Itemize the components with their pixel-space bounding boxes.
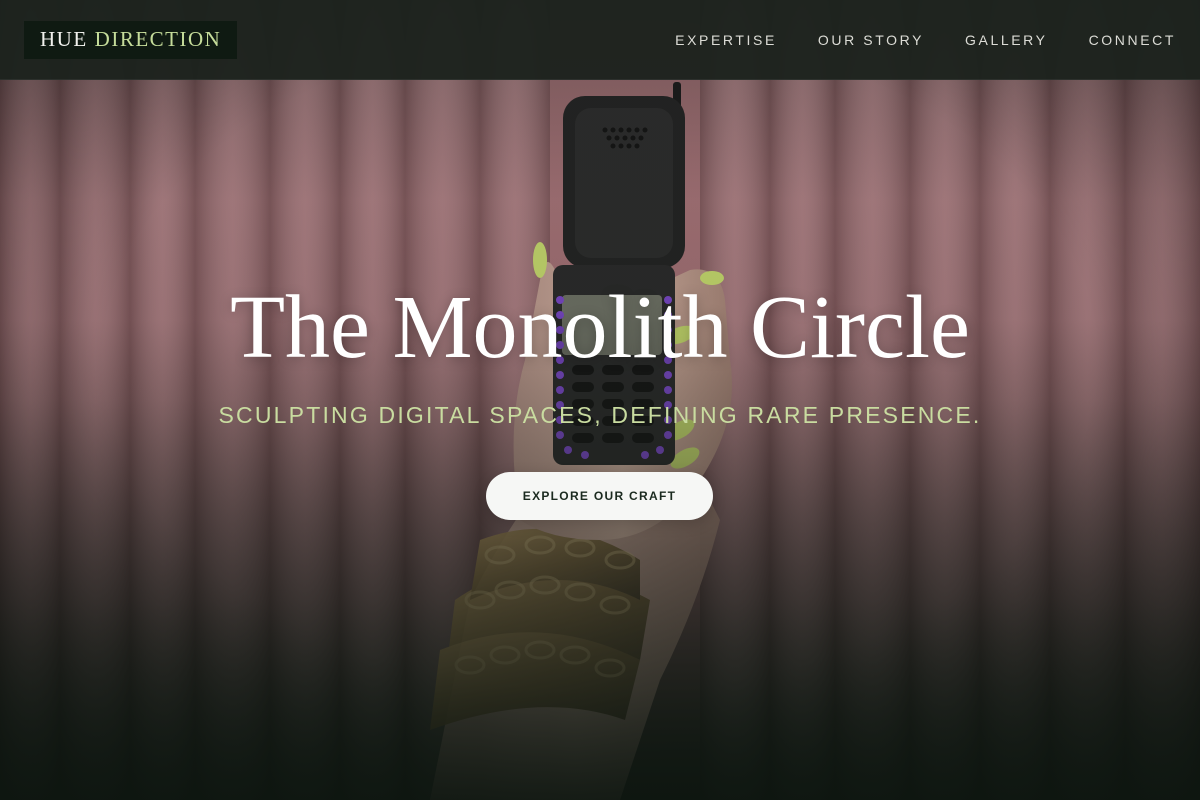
nav-link-gallery[interactable]: GALLERY [965,32,1048,48]
hero-section: The Monolith Circle SCULPTING DIGITAL SP… [0,0,1200,800]
hero-subtitle: SCULPTING DIGITAL SPACES, DEFINING RARE … [218,402,982,428]
nav-link-our-story[interactable]: OUR STORY [818,32,924,48]
nav-link-expertise[interactable]: EXPERTISE [675,32,777,48]
brand-word-1: HUE [40,26,88,51]
main-nav: EXPERTISE OUR STORY GALLERY CONNECT [675,32,1176,48]
nav-link-connect[interactable]: CONNECT [1089,32,1176,48]
hero-title: The Monolith Circle [230,278,970,377]
site-header: HUE DIRECTION EXPERTISE OUR STORY GALLER… [0,0,1200,80]
brand-word-2: DIRECTION [94,26,222,51]
explore-craft-button[interactable]: EXPLORE OUR CRAFT [486,472,713,520]
landing-page: HUE DIRECTION EXPERTISE OUR STORY GALLER… [0,0,1200,800]
brand-logo[interactable]: HUE DIRECTION [24,20,238,59]
